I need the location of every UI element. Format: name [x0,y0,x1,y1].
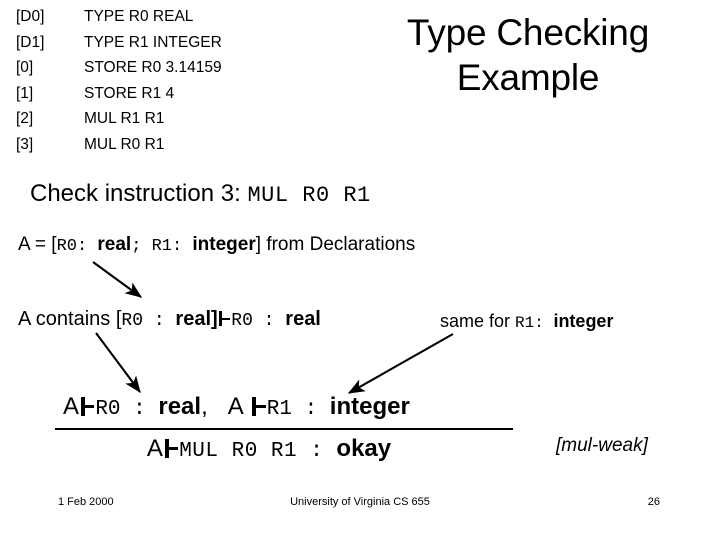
listing-row-text: MUL R1 R1 [84,110,165,127]
listing-row-label: [D1] [16,33,45,51]
declarations-colon1: : [172,237,193,256]
same-for-colon: : [534,314,554,332]
declarations-type0: real [97,234,132,255]
listing-row: [2] MUL R1 R1 [16,110,346,136]
premise-left-register: R0 [95,398,121,421]
declarations-type1: integer [192,234,256,255]
inference-rule-name: [mul-weak] [556,435,648,456]
declarations-reg1: R1 [151,237,172,256]
arrow-contains-to-premise-left [95,332,141,394]
footer-page-number: 26 [647,496,660,508]
same-for-prefix: same for [440,311,516,331]
contains-prefix: A contains [ [18,308,122,330]
declarations-line: A = [R0: real; R1: integer] from Declara… [18,234,415,256]
turnstile-icon [164,438,179,458]
footer-institution: University of Virginia CS 655 [290,496,430,508]
check-instruction-line: Check instruction 3: MUL R0 R1 [30,180,371,208]
conclusion-colon: : [297,440,337,463]
contains-register: R0 [121,311,144,331]
turnstile-icon [251,396,266,416]
premise-separator-comma: , [201,393,208,420]
inference-rule-conclusion: A MUL R0 R1 : okay [55,435,513,463]
contains-entail-register: R0 [231,311,253,331]
same-for-register: R1 [515,314,535,332]
same-for-type: integer [553,311,614,331]
declarations-colon0: : [76,237,98,256]
listing-row-text: STORE R0 3.14159 [84,59,222,76]
check-instruction-code: MUL R0 R1 [247,183,371,208]
listing-row-text: TYPE R1 INTEGER [84,33,222,51]
conclusion-type: okay [336,435,392,462]
premise-right-type: integer [329,393,410,420]
contains-line: A contains [R0 : real] R0 : real [18,308,321,331]
inference-rule-premises: A R0 : real, A R1 : integer [55,393,513,421]
premise-right-register: R1 [266,398,292,421]
listing-row: [0] STORE R0 3.14159 [16,59,346,85]
same-for-note: same for R1: integer [440,311,613,332]
arrow-same-for-to-premise-right [347,333,454,394]
turnstile-icon [80,396,95,416]
contains-entail-type: real [285,308,321,330]
declarations-separator: ; [131,237,152,256]
premise-right-context: A [227,393,244,420]
slide-canvas: [D0] TYPE R0 REAL [D1] TYPE R1 INTEGER [… [0,0,720,540]
listing-row-label: [1] [16,84,34,102]
check-instruction-prefix: Check instruction 3: [30,180,241,207]
premise-left-colon: : [120,398,159,421]
conclusion-context: A [146,435,163,462]
contains-colon: : [143,311,176,331]
listing-row: [3] MUL R0 R1 [16,136,346,162]
premise-left-type: real [158,393,202,420]
contains-entail-colon: : [252,311,286,331]
listing-row-text: TYPE R0 REAL [84,8,194,25]
listing-row: [D0] TYPE R0 REAL [16,8,346,34]
premise-left-context: A [63,393,80,420]
listing-row-label: [0] [16,59,34,76]
declarations-prefix: A = [ [18,234,57,255]
inference-rule: A R0 : real, A R1 : integer A MUL R0 R1 : … [55,393,513,463]
turnstile-icon [218,310,231,327]
slide-title-line2: Example [456,57,600,99]
contains-close-bracket: ] [211,308,218,330]
slide-footer: 1 Feb 2000 University of Virginia CS 655… [0,496,720,516]
listing-row-label: [3] [16,135,34,153]
slide-title: Type Checking Example [348,10,708,100]
listing-row-label: [2] [16,110,34,127]
listing-row: [1] STORE R1 4 [16,85,346,111]
listing-row-text: MUL R0 R1 [84,135,165,153]
premise-right-colon: : [291,398,330,421]
conclusion-instruction: MUL R0 R1 [179,440,298,463]
arrow-declarations-to-contains [92,261,143,298]
declarations-reg0: R0 [56,237,77,256]
listing-row-label: [D0] [16,8,45,25]
contains-type: real [175,308,212,330]
declarations-suffix: ] from Declarations [255,234,416,255]
slide-title-line1: Type Checking [406,12,650,53]
listing-row-text: STORE R1 4 [84,84,175,102]
instruction-listing: [D0] TYPE R0 REAL [D1] TYPE R1 INTEGER [… [16,8,346,161]
listing-row: [D1] TYPE R1 INTEGER [16,34,346,60]
inference-rule-bar [55,428,513,430]
